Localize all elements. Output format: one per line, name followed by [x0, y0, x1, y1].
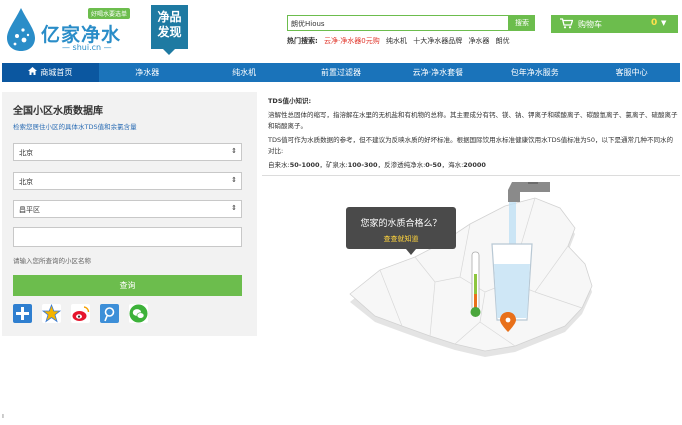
nav-item-home[interactable]: 商城首页 — [2, 63, 99, 82]
tds-info: TDS值小知识: 溶解性总固体的缩写，指溶解在水里的无机盐和有机物的总称。其主要… — [268, 96, 678, 171]
district-select[interactable]: 昌平区 ⇕ — [13, 200, 242, 218]
main-nav: 商城首页 净水器 纯水机 前置过滤器 云净·净水套餐 包年净水服务 客服中心 — [2, 63, 680, 82]
site-logo[interactable]: 好喝水要选单 亿家净水 — shui.cn — — [4, 4, 136, 56]
compare-label: 自来水: — [268, 161, 290, 169]
community-hint: 请输入您所查询的小区名称 — [13, 257, 91, 265]
faucet-handle — [528, 182, 538, 184]
divider — [262, 175, 680, 176]
tooltip-question: 您家的水质合格么？ — [360, 219, 442, 229]
query-button[interactable]: 查询 — [13, 275, 242, 296]
home-icon — [28, 63, 38, 82]
thermometer-level-low — [474, 294, 477, 308]
tds-compare: 自来水:50-1000，矿泉水:100-300，反渗透纯净水:0-50，海水:2… — [268, 161, 486, 169]
badge-line2: 发现 — [157, 25, 182, 39]
compare-label: 矿泉水: — [326, 161, 348, 169]
nav-item-purifier[interactable]: 净水器 — [99, 63, 196, 82]
nav-item-customer-service[interactable]: 客服中心 — [583, 63, 680, 82]
cart-label: 购物车 — [578, 20, 602, 29]
text-cursor-icon: ı — [2, 412, 4, 420]
tds-title: TDS值小知识: — [268, 97, 312, 105]
water-quality-tooltip[interactable]: 您家的水质合格么？ 查查就知道 — [346, 207, 456, 255]
header: 好喝水要选单 亿家净水 — shui.cn — 净品 发现 朗优Hious 搜索… — [0, 0, 682, 62]
thermometer-bulb — [470, 307, 481, 317]
hot-search-link[interactable]: 十大净水器品牌 — [413, 37, 462, 45]
compare-value: 0-50 — [425, 161, 442, 169]
qzone-star-icon[interactable] — [41, 303, 62, 323]
tooltip-link[interactable]: 查查就知道 — [346, 234, 456, 244]
compare-value: 50-1000 — [289, 161, 320, 169]
wechat-icon[interactable] — [129, 304, 148, 323]
share-plus-icon[interactable] — [13, 304, 32, 323]
water-drop-icon — [7, 8, 35, 51]
search-button[interactable]: 搜索 — [509, 15, 535, 31]
nav-label: 商城首页 — [40, 68, 73, 77]
hot-search-link[interactable]: 云净·净水器0元购 — [324, 37, 380, 45]
shopping-cart-icon — [560, 18, 574, 32]
nav-item-prefilter[interactable]: 前置过滤器 — [293, 63, 390, 82]
nav-item-annual-service[interactable]: 包年净水服务 — [486, 63, 583, 82]
nav-item-pure-water[interactable]: 纯水机 — [196, 63, 293, 82]
hot-searches: 热门搜索: 云净·净水器0元购 纯水机 十大净水器品牌 净水器 朗优 — [287, 36, 514, 46]
compare-label: 海水: — [448, 161, 464, 169]
cart-button[interactable]: 购物车 0 ▼ — [551, 15, 678, 33]
city-select[interactable]: 北京 ⇕ — [13, 172, 242, 190]
weibo-icon[interactable] — [71, 304, 90, 323]
community-input[interactable] — [13, 227, 242, 247]
jingpin-faxian-badge[interactable]: 净品 发现 — [151, 5, 188, 55]
cart-count: 0 — [651, 18, 658, 28]
tds-para-1: 溶解性总固体的缩写，指溶解在水里的无机盐和有机物的总称。其主要成分有钙、镁、钠、… — [268, 111, 678, 130]
pin-dot — [505, 317, 511, 323]
tencent-weibo-icon[interactable] — [100, 304, 119, 323]
compare-label: 反渗透纯净水: — [384, 161, 426, 169]
tds-para-2: TDS值可作为水质数据的参考，但不建议为反映水质的好坏标准。根据国际饮用水标准健… — [268, 136, 673, 155]
chevron-down-icon: ▼ — [661, 19, 667, 27]
hot-search-link[interactable]: 朗优 — [496, 37, 510, 45]
badge-line1: 净品 — [157, 10, 182, 24]
hot-search-label: 热门搜索: — [287, 37, 318, 45]
city-value: 北京 — [19, 178, 33, 186]
compare-value: 20000 — [463, 161, 486, 169]
select-arrows-icon: ⇕ — [231, 204, 237, 212]
district-value: 昌平区 — [19, 206, 40, 214]
glass-water — [494, 264, 530, 318]
brand-domain: — shui.cn — — [62, 43, 112, 52]
compare-value: 100-300 — [347, 161, 378, 169]
select-arrows-icon: ⇕ — [231, 147, 237, 155]
hot-search-link[interactable]: 纯水机 — [386, 37, 407, 45]
search-input[interactable]: 朗优Hious — [287, 15, 509, 31]
nav-item-packages[interactable]: 云净·净水套餐 — [389, 63, 486, 82]
logo-tagline: 好喝水要选单 — [88, 8, 131, 19]
panel-subtitle: 检索您居住小区的具体水TDS值和余氯含量 — [13, 123, 137, 131]
select-arrows-icon: ⇕ — [231, 176, 237, 184]
panel-title: 全国小区水质数据库 — [13, 106, 103, 117]
hot-search-link[interactable]: 净水器 — [468, 37, 489, 45]
province-select[interactable]: 北京 ⇕ — [13, 143, 242, 161]
faucet — [508, 182, 550, 202]
water-quality-panel: 全国小区水质数据库 检索您居住小区的具体水TDS值和余氯含量 北京 ⇕ 北京 ⇕… — [2, 92, 257, 336]
province-value: 北京 — [19, 149, 33, 157]
